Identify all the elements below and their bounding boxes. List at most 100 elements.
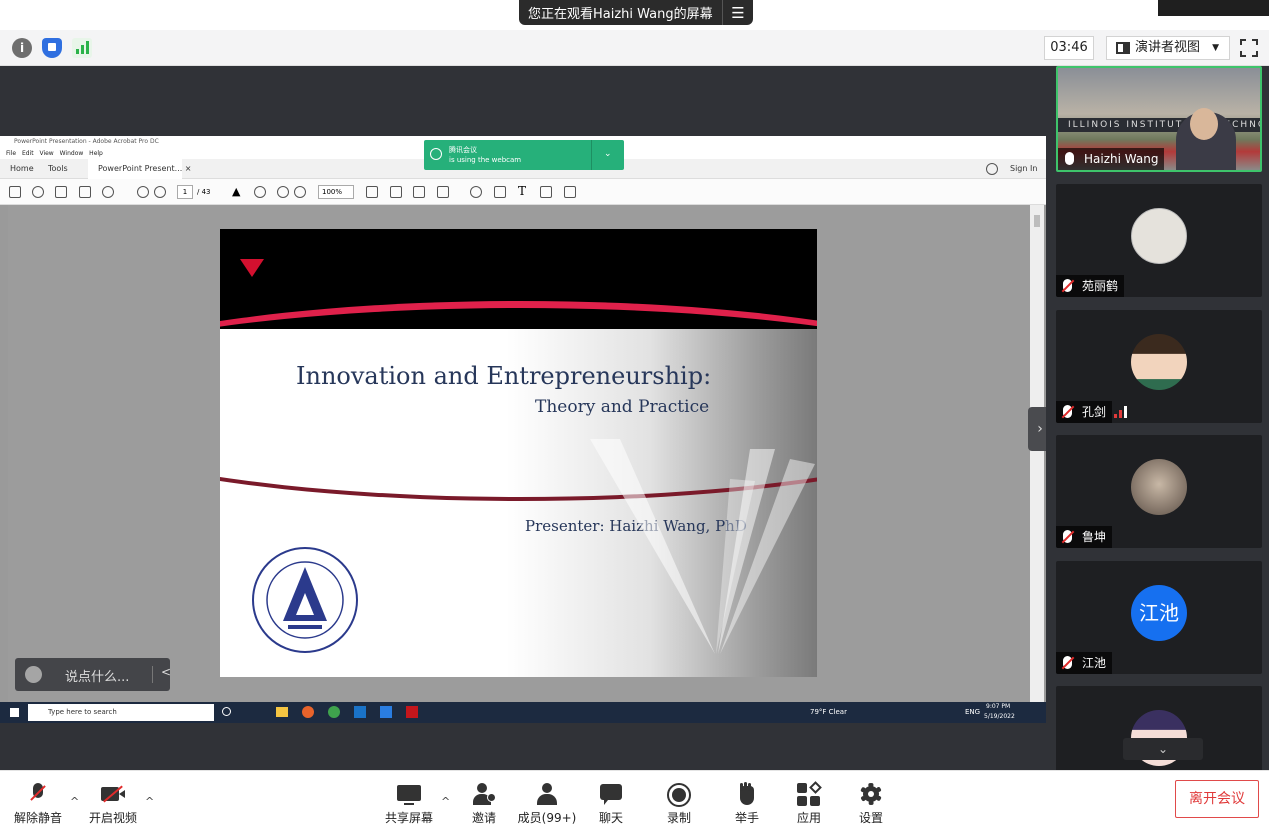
shield-icon[interactable] — [42, 38, 62, 58]
members-button[interactable]: 成员(99+) — [512, 783, 582, 826]
fullscreen-icon[interactable] — [1240, 39, 1258, 57]
page-up-icon[interactable] — [137, 186, 149, 198]
print-icon[interactable] — [55, 186, 67, 198]
select-arrow-icon[interactable]: ▲ — [232, 185, 240, 198]
video-options-caret[interactable]: ^ — [145, 795, 154, 808]
leave-meeting-button[interactable]: 离开会议 — [1175, 780, 1259, 818]
participant-name-bar: Haizhi Wang — [1058, 148, 1165, 170]
acrobat-icon[interactable] — [406, 706, 418, 718]
chevron-down-icon: ▼ — [1212, 43, 1219, 53]
fullscreen-read-icon[interactable] — [413, 186, 425, 198]
participant-name: 苑丽鹤 — [1082, 279, 1119, 293]
participant-name: 江池 — [1082, 656, 1107, 670]
outlook-icon[interactable] — [354, 706, 366, 718]
raise-hand-button[interactable]: 举手 — [712, 782, 782, 826]
highlight-icon[interactable] — [494, 186, 506, 198]
stamp-icon[interactable] — [437, 186, 449, 198]
members-icon — [535, 783, 559, 805]
help-icon[interactable] — [986, 163, 998, 175]
chat-button[interactable]: 聊天 — [576, 783, 646, 826]
chevron-left-icon[interactable]: < — [161, 665, 171, 679]
comment-icon[interactable] — [470, 186, 482, 198]
zoom-in-icon[interactable] — [294, 186, 306, 198]
viewer-scrollbar[interactable] — [1030, 205, 1044, 702]
participant-tile[interactable]: 江池 江池 — [1056, 561, 1262, 674]
layout-view-button[interactable]: 演讲者视图 ▼ — [1106, 36, 1230, 60]
chrome-icon[interactable] — [328, 706, 340, 718]
fit-page-icon[interactable] — [366, 186, 378, 198]
search-icon[interactable] — [102, 186, 114, 198]
camera-icon — [430, 148, 442, 160]
members-label: 成员(99+) — [517, 811, 577, 825]
raise-hand-label: 举手 — [734, 811, 759, 825]
email-icon[interactable] — [79, 186, 91, 198]
network-signal-icon[interactable] — [72, 38, 92, 58]
top-toolbar: i 03:46 演讲者视图 ▼ — [0, 30, 1269, 66]
participant-tile[interactable]: 孔剑 — [1056, 310, 1262, 423]
chevron-down-icon[interactable]: ⌄ — [604, 149, 612, 159]
zoom-select[interactable]: 100% — [318, 185, 354, 199]
upload-icon[interactable] — [32, 186, 44, 198]
weather-status: 79°F Clear — [810, 708, 847, 716]
info-icon[interactable]: i — [12, 38, 32, 58]
share-screen-button[interactable]: 共享屏幕 — [374, 783, 444, 826]
windows-start-icon[interactable] — [10, 708, 19, 717]
page-down-icon[interactable] — [154, 186, 166, 198]
avatar — [1131, 459, 1187, 515]
firefox-icon[interactable] — [302, 706, 314, 718]
hand-tool-icon[interactable] — [254, 186, 266, 198]
tab-document[interactable]: PowerPoint Present... × — [88, 159, 191, 179]
page-total: / 43 — [197, 188, 211, 196]
participant-tile[interactable]: 鲁坤 — [1056, 435, 1262, 548]
taskbar-search-input[interactable]: Type here to search — [28, 704, 214, 721]
start-video-button[interactable]: 开启视频 — [78, 783, 148, 826]
settings-button[interactable]: 设置 — [836, 783, 906, 826]
rotate-icon[interactable] — [390, 186, 402, 198]
participant-name: Haizhi Wang — [1084, 152, 1159, 166]
apps-button[interactable]: 应用 — [774, 781, 844, 826]
record-button[interactable]: 录制 — [644, 783, 714, 826]
invite-label: 邀请 — [471, 811, 496, 825]
unmute-button[interactable]: 解除静音 — [3, 783, 73, 826]
participant-name: 孔剑 — [1082, 405, 1107, 419]
chat-label: 聊天 — [598, 811, 623, 825]
file-explorer-icon[interactable] — [276, 707, 288, 717]
cortana-icon[interactable] — [222, 707, 231, 716]
participant-name-bar: 苑丽鹤 — [1056, 275, 1125, 297]
slide-title: Innovation and Entrepreneurship: — [296, 362, 712, 390]
invite-button[interactable]: 邀请 — [449, 783, 519, 826]
meeting-app-icon[interactable] — [380, 706, 392, 718]
webcam-notification[interactable]: 腾讯会议 is using the webcam ⌄ — [424, 140, 624, 170]
share-screen-icon — [397, 783, 421, 805]
gear-icon — [859, 783, 883, 805]
participant-face — [1190, 108, 1218, 140]
banner-menu-icon[interactable]: ☰ — [723, 4, 753, 22]
sign-in-link[interactable]: Sign In — [1010, 159, 1037, 179]
zoom-out-icon[interactable] — [277, 186, 289, 198]
avatar: 江池 — [1131, 585, 1187, 641]
webcam-toast-body: is using the webcam — [449, 156, 522, 164]
text-tool-icon[interactable]: T — [518, 184, 526, 198]
tab-tools[interactable]: Tools — [48, 159, 68, 179]
layout-icon — [1116, 42, 1130, 54]
start-video-label: 开启视频 — [88, 811, 137, 825]
avatar — [1131, 208, 1187, 264]
save-icon[interactable] — [9, 186, 21, 198]
chat-input[interactable]: 说点什么... < — [15, 658, 171, 691]
panel-scroll-down-button[interactable]: ⌄ — [1123, 738, 1203, 760]
page-number-input[interactable]: 1 — [177, 185, 193, 199]
record-icon — [667, 783, 691, 807]
tab-home[interactable]: Home — [10, 159, 34, 179]
viewing-screen-banner: 您正在观看Haizhi Wang的屏幕 ☰ — [519, 0, 753, 25]
microphone-muted-icon — [1063, 530, 1072, 543]
settings-label: 设置 — [858, 811, 883, 825]
participant-tile[interactable]: ILLINOIS INSTITUTE OF TECHNOLOGY Haizhi … — [1056, 66, 1262, 172]
emoji-icon[interactable] — [25, 666, 42, 683]
text-box-icon[interactable] — [564, 186, 576, 198]
participant-name-bar: 孔剑 — [1056, 401, 1127, 423]
window-controls[interactable] — [1158, 0, 1269, 16]
microphone-muted-icon — [1063, 656, 1072, 669]
add-user-icon — [472, 783, 496, 805]
participant-tile[interactable]: 苑丽鹤 — [1056, 184, 1262, 297]
pen-icon[interactable] — [540, 186, 552, 198]
